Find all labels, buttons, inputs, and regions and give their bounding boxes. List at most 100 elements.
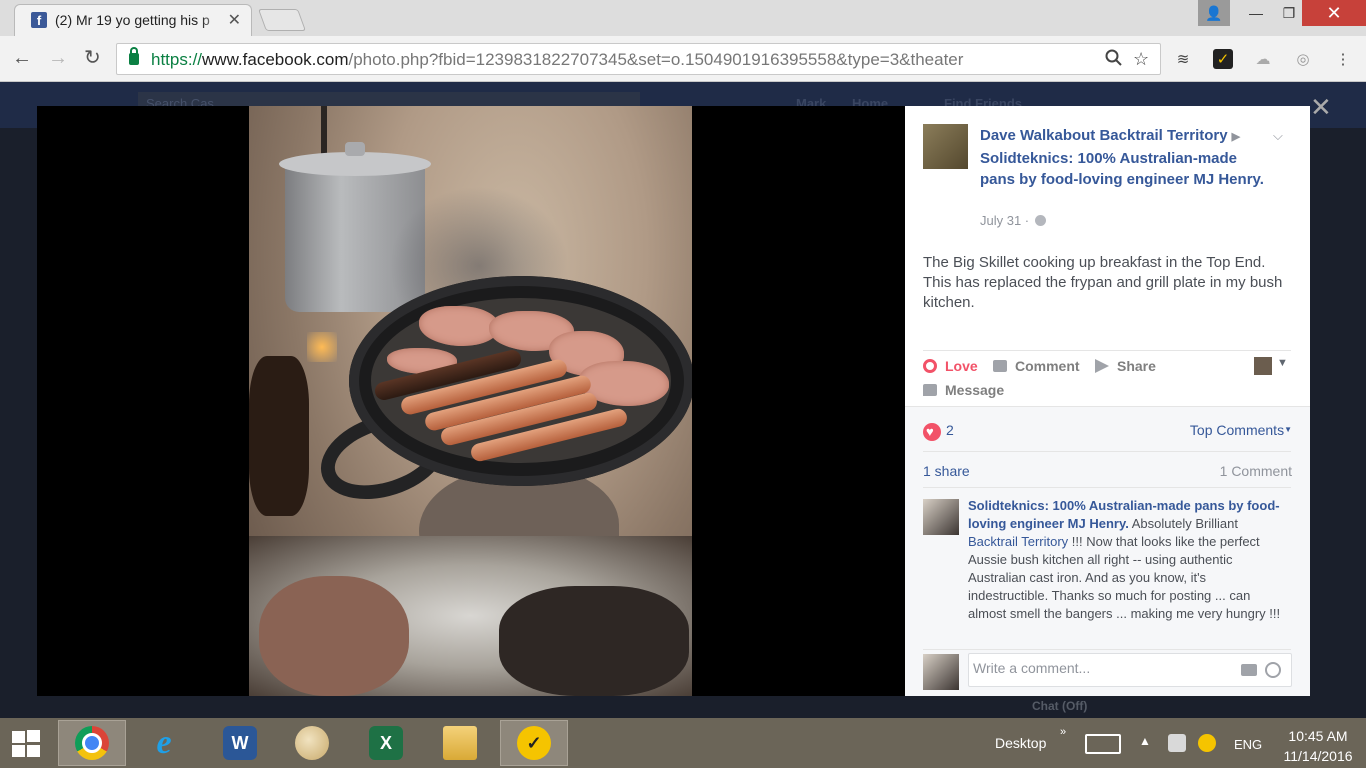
url-protocol: https:// [151, 50, 203, 69]
theater-close-icon[interactable]: ✕ [1310, 92, 1332, 123]
norton-extension-icon[interactable]: ✓ [1213, 49, 1233, 69]
top-comments-label: Top Comments [1189, 422, 1285, 438]
share-label: Share [1117, 358, 1156, 374]
norton-tray-icon[interactable] [1198, 734, 1216, 752]
emoji-icon[interactable] [1265, 662, 1281, 678]
photo-theater[interactable] [37, 106, 905, 696]
divider [923, 350, 1291, 351]
new-tab-button[interactable] [257, 9, 307, 31]
photo-rock [499, 586, 689, 696]
caret-down-icon: ▼ [1284, 425, 1292, 434]
feedback-section: 2 Top Comments▼ 1 share 1 Comment Solidt… [905, 406, 1310, 696]
love-reaction-icon[interactable] [923, 423, 941, 441]
comment-button[interactable]: Comment [993, 358, 1080, 374]
share-icon [1095, 359, 1109, 373]
commenter-avatar[interactable] [923, 499, 959, 535]
author-name-link[interactable]: Dave Walkabout Backtrail Territory [980, 127, 1228, 144]
photo-skillet-breakfast[interactable] [249, 106, 692, 696]
chevron-down-icon[interactable]: ⌵ [1273, 128, 1283, 144]
page-name-link[interactable]: Solidteknics: 100% Australian-made pans … [980, 150, 1264, 188]
post-header: Dave Walkabout Backtrail Territory ▶ Soli… [980, 125, 1270, 190]
taskbar-excel[interactable]: X [352, 720, 420, 766]
taskbar-norton[interactable]: ✓ [500, 720, 568, 766]
dropbox-icon[interactable] [1168, 734, 1186, 752]
comment-body: Solidteknics: 100% Australian-made pans … [968, 497, 1286, 623]
divider [923, 487, 1291, 488]
comment-icon [993, 360, 1007, 372]
taskbar-chrome[interactable] [58, 720, 126, 766]
message-button[interactable]: Message [923, 382, 1004, 398]
message-icon [923, 384, 937, 396]
top-comments-dropdown[interactable]: Top Comments▼ [1190, 422, 1292, 438]
camera-icon[interactable] [1241, 664, 1257, 676]
browser-titlebar: f (2) Mr 19 yo getting his p ✕ 👤 — ❐ ✕ [0, 0, 1366, 36]
taskbar-paint[interactable] [278, 720, 346, 766]
layers-extension-icon[interactable]: ≋ [1173, 49, 1193, 69]
author-avatar[interactable] [923, 124, 968, 169]
write-comment-box[interactable] [968, 653, 1292, 687]
folder-icon [443, 726, 477, 760]
globe-icon [1035, 215, 1047, 226]
minimize-button[interactable]: — [1236, 0, 1276, 26]
comment-count-link[interactable]: 1 Comment [1220, 463, 1292, 479]
back-button[interactable]: ← [12, 48, 32, 68]
search-icon[interactable] [1105, 49, 1123, 72]
reaction-count[interactable]: 2 [946, 422, 954, 438]
current-user-avatar [923, 654, 959, 690]
clock[interactable]: 10:45 AM 11/14/2016 [1278, 726, 1358, 766]
photo-pot-knob [345, 142, 365, 156]
comment-mention-link[interactable]: Backtrail Territory [968, 534, 1068, 549]
share-button[interactable]: Share [1095, 358, 1156, 374]
caret-down-icon[interactable]: ▼ [1277, 357, 1288, 369]
cloud-extension-icon[interactable]: ☁ [1253, 49, 1273, 69]
chrome-icon [75, 726, 109, 760]
chat-status[interactable]: Chat (Off) [1032, 699, 1087, 713]
chrome-menu-icon[interactable]: ⋮ [1333, 49, 1353, 69]
word-icon: W [223, 726, 257, 760]
privacy-extension-icon[interactable]: ◎ [1293, 49, 1313, 69]
norton-icon: ✓ [517, 726, 551, 760]
address-bar[interactable]: https://www.facebook.com/photo.php?fbid=… [116, 43, 1161, 75]
maximize-button[interactable]: ❐ [1276, 0, 1302, 26]
show-hidden-icons-icon[interactable]: ▲ [1139, 734, 1151, 748]
profile-button[interactable]: 👤 [1198, 0, 1230, 26]
window-close-button[interactable]: ✕ [1302, 0, 1366, 26]
url-path: /photo.php?fbid=1239831822707345&set=o.1… [348, 50, 964, 69]
reload-button[interactable]: ↻ [84, 48, 101, 68]
post-side-panel: Dave Walkabout Backtrail Territory ▶ Soli… [905, 106, 1310, 696]
share-count-link[interactable]: 1 share [923, 463, 970, 479]
love-icon [923, 359, 937, 373]
keyboard-icon[interactable] [1085, 734, 1121, 754]
arrow-right-icon: ▶ [1231, 131, 1241, 143]
photo-coal [249, 356, 309, 516]
browser-tab[interactable]: f (2) Mr 19 yo getting his p ✕ [14, 4, 252, 36]
url-host: www.facebook.com [202, 50, 349, 69]
write-comment-input[interactable] [973, 660, 1223, 676]
excel-icon: X [369, 726, 403, 760]
taskbar-internet-explorer[interactable]: e [130, 720, 198, 766]
windows-logo-part [12, 731, 25, 743]
comment-text: Absolutely Brilliant [1128, 516, 1238, 531]
windows-logo-part [12, 745, 25, 757]
tab-close-icon[interactable]: ✕ [228, 10, 241, 30]
chevron-right-icon[interactable]: » [1060, 726, 1066, 738]
love-button[interactable]: Love [923, 358, 978, 374]
windows-start-icon[interactable] [12, 730, 42, 758]
viewer-avatar[interactable] [1254, 357, 1272, 375]
taskbar-file-explorer[interactable] [426, 720, 494, 766]
tab-title: (2) Mr 19 yo getting his p [55, 12, 225, 28]
internet-explorer-icon: e [156, 724, 172, 761]
forward-button[interactable]: → [48, 48, 68, 68]
windows-logo-part [27, 745, 40, 757]
desktop-toolbar[interactable]: Desktop [995, 735, 1046, 751]
url-text[interactable]: https://www.facebook.com/photo.php?fbid=… [151, 50, 963, 70]
photo-rock [259, 576, 409, 696]
message-label: Message [945, 382, 1005, 398]
taskbar-word[interactable]: W [206, 720, 274, 766]
windows-logo-part [27, 730, 40, 742]
star-icon[interactable]: ☆ [1133, 49, 1149, 70]
browser-toolbar: ← → ↻ https://www.facebook.com/photo.php… [0, 36, 1366, 82]
love-label: Love [945, 358, 978, 374]
post-date-link[interactable]: July 31 · [980, 213, 1029, 228]
input-language[interactable]: ENG [1234, 737, 1262, 752]
